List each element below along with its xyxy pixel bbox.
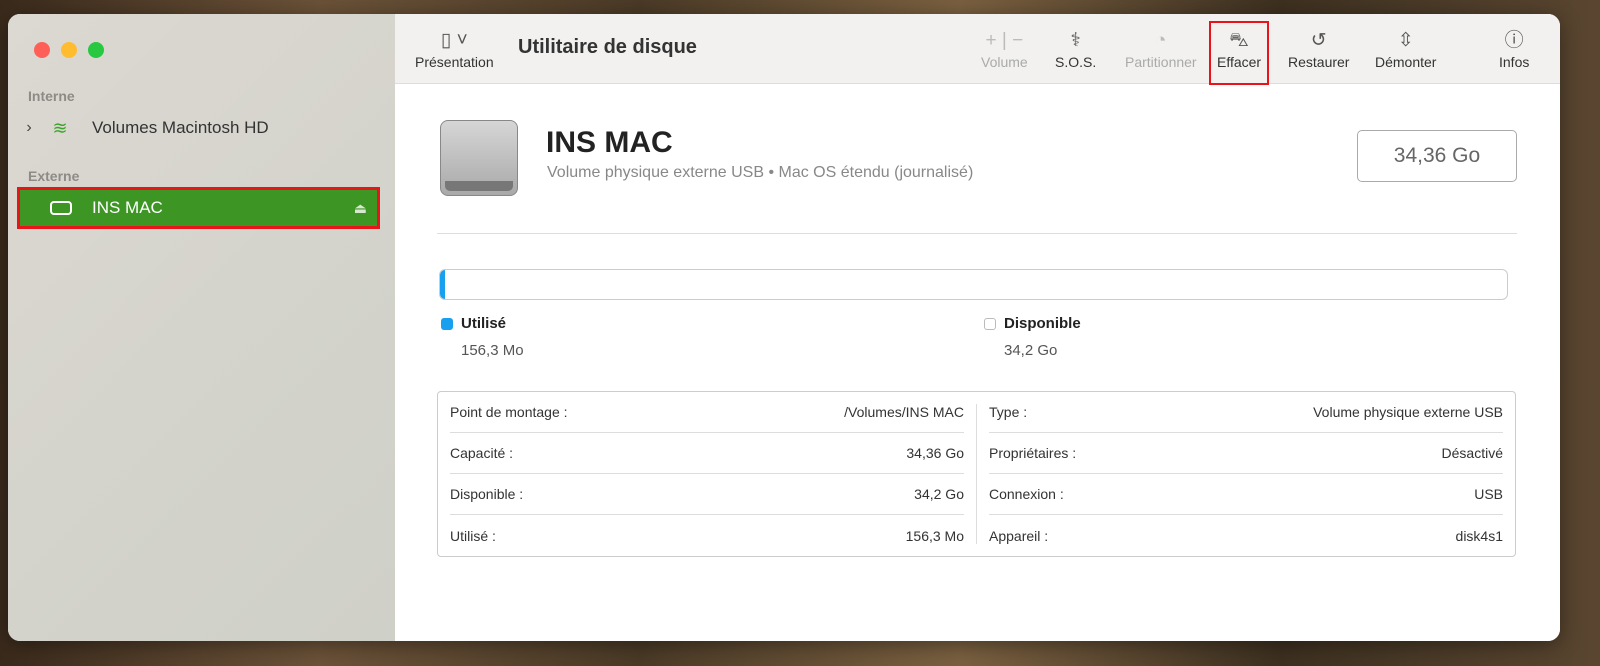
volume-button[interactable]: + | − Volume xyxy=(981,28,1028,70)
label: Effacer xyxy=(1217,54,1262,70)
minimize-button[interactable] xyxy=(61,42,77,58)
table-row: Utilisé : 156,3 Mo xyxy=(450,515,964,556)
sidebar-toggle-icon: ▯ ˅ xyxy=(440,30,468,51)
free-swatch xyxy=(984,317,996,330)
table-row: Disponible : 34,2 Go xyxy=(450,474,964,515)
label: Infos xyxy=(1499,54,1530,70)
capacity-badge: 34,36 Go xyxy=(1357,130,1517,182)
free-value: 34,2 Go xyxy=(1004,342,1058,359)
plus-minus-icon: + | − xyxy=(985,30,1024,51)
key: Capacité : xyxy=(450,445,514,461)
close-button[interactable] xyxy=(34,42,50,58)
table-row: Capacité : 34,36 Go xyxy=(450,433,964,474)
table-row: Propriétaires : Désactivé xyxy=(989,433,1503,474)
label: S.O.S. xyxy=(1055,54,1097,70)
sidebar: Interne › ≋ Volumes Macintosh HD Externe… xyxy=(8,14,395,641)
details-left: Point de montage : /Volumes/INS MAC Capac… xyxy=(438,392,976,556)
legend-free: Disponible xyxy=(984,315,1081,332)
label: Présentation xyxy=(415,54,494,70)
toolbar: ▯ ˅ Présentation Utilitaire de disque + |… xyxy=(395,14,1560,85)
disk-name: INS MAC xyxy=(546,126,673,159)
section-interne: Interne xyxy=(28,88,75,104)
value: USB xyxy=(1474,486,1503,502)
info-icon: ⓘ xyxy=(1504,30,1524,51)
key: Point de montage : xyxy=(450,404,568,420)
partition-button[interactable]: ◔ Partitionner xyxy=(1125,28,1197,70)
key: Utilisé : xyxy=(450,527,496,544)
table-row: Point de montage : /Volumes/INS MAC xyxy=(450,392,964,433)
key: Appareil : xyxy=(989,527,1049,544)
value: Volume physique externe USB xyxy=(1313,404,1503,420)
table-row: Type : Volume physique externe USB xyxy=(989,392,1503,433)
usage-bar-fill xyxy=(440,270,445,299)
eject-icon[interactable]: ⏏ xyxy=(354,200,367,217)
presentation-button[interactable]: ▯ ˅ Présentation xyxy=(415,28,494,70)
key: Type : xyxy=(989,404,1028,420)
sidebar-item-macintosh-hd[interactable]: › ≋ Volumes Macintosh HD xyxy=(18,110,378,146)
window-controls xyxy=(34,42,104,58)
window-title: Utilitaire de disque xyxy=(518,36,697,58)
first-aid-button[interactable]: ⚕ S.O.S. xyxy=(1055,28,1096,70)
value: 34,2 Go xyxy=(914,486,964,502)
value: 34,36 Go xyxy=(906,445,964,461)
label: Disponible xyxy=(1004,315,1081,332)
main-pane: ▯ ˅ Présentation Utilitaire de disque + |… xyxy=(395,14,1560,641)
unmount-icon: ⇳ xyxy=(1397,30,1414,51)
label: Démonter xyxy=(1375,54,1437,70)
zoom-button[interactable] xyxy=(88,42,104,58)
disk-utility-window: Interne › ≋ Volumes Macintosh HD Externe… xyxy=(8,14,1560,641)
details-table: Point de montage : /Volumes/INS MAC Capac… xyxy=(437,391,1516,557)
erase-drive-icon: ⛍ xyxy=(1229,30,1249,51)
section-externe: Externe xyxy=(28,168,80,184)
value: 156,3 Mo xyxy=(905,527,964,544)
pie-icon: ◔ xyxy=(1155,30,1167,51)
layers-icon: ≋ xyxy=(52,117,68,138)
sidebar-item-label: Volumes Macintosh HD xyxy=(92,118,269,137)
used-swatch xyxy=(441,317,453,330)
label: Partitionner xyxy=(1125,54,1197,70)
sidebar-item-ins-mac[interactable]: INS MAC ⏏ xyxy=(17,187,380,229)
restore-button[interactable]: ↺ Restaurer xyxy=(1288,28,1349,70)
chevron-right-icon[interactable]: › xyxy=(18,119,40,137)
key: Propriétaires : xyxy=(989,445,1077,461)
disk-description: Volume physique externe USB • Mac OS éte… xyxy=(547,164,974,181)
details-right: Type : Volume physique externe USB Propri… xyxy=(977,392,1515,556)
external-drive-icon xyxy=(440,120,518,196)
value: /Volumes/INS MAC xyxy=(844,404,964,420)
label: Restaurer xyxy=(1288,54,1350,70)
usage-bar xyxy=(439,269,1508,300)
key: Disponible : xyxy=(450,486,524,502)
legend-used: Utilisé xyxy=(441,315,506,332)
table-row: Appareil : disk4s1 xyxy=(989,515,1503,556)
key: Connexion : xyxy=(989,486,1064,502)
value: Désactivé xyxy=(1441,445,1503,461)
erase-button[interactable]: ⛍ Effacer xyxy=(1208,21,1270,85)
value: disk4s1 xyxy=(1455,527,1503,544)
table-row: Connexion : USB xyxy=(989,474,1503,515)
info-button[interactable]: ⓘ Infos xyxy=(1499,28,1529,70)
sidebar-item-label: INS MAC xyxy=(92,198,163,217)
restore-icon: ↺ xyxy=(1310,30,1327,51)
used-value: 156,3 Mo xyxy=(461,342,524,359)
stethoscope-icon: ⚕ xyxy=(1070,30,1081,51)
drive-icon xyxy=(50,201,72,215)
divider xyxy=(437,233,1517,234)
label: Utilisé xyxy=(461,315,507,332)
unmount-button[interactable]: ⇳ Démonter xyxy=(1375,28,1436,70)
label: Volume xyxy=(981,54,1028,70)
